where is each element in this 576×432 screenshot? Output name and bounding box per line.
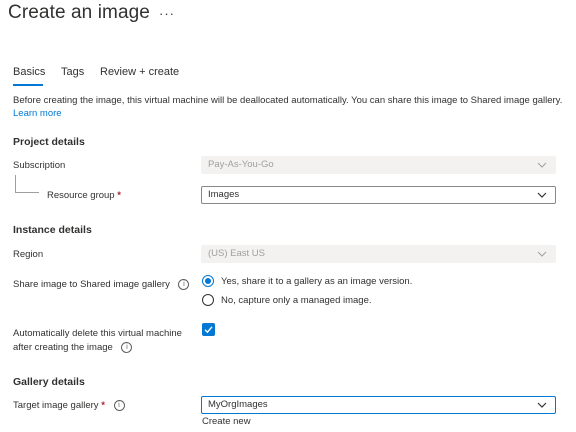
learn-more-link[interactable]: Learn more (13, 108, 62, 119)
subscription-value: Pay-As-You-Go (208, 159, 274, 170)
target-gallery-label: Target image gallery * i (13, 400, 125, 411)
tree-connector (15, 175, 16, 192)
resource-group-label: Resource group * (47, 190, 121, 201)
project-details-heading: Project details (13, 136, 85, 148)
required-asterisk: * (101, 400, 105, 412)
info-icon[interactable]: i (113, 400, 125, 411)
tree-connector-horizontal (15, 192, 39, 193)
more-options-icon[interactable]: ··· (159, 6, 175, 21)
auto-delete-checkbox[interactable] (202, 323, 215, 336)
region-value: (US) East US (208, 248, 266, 259)
required-asterisk: * (117, 190, 121, 201)
resource-group-dropdown[interactable]: Images (201, 186, 556, 204)
region-dropdown: (US) East US (201, 245, 556, 263)
share-gallery-label: Share image to Shared image gallery i (13, 279, 190, 290)
instance-details-heading: Instance details (13, 224, 92, 236)
info-icon[interactable]: i (121, 342, 133, 353)
auto-delete-label-line1: Automatically delete this virtual machin… (13, 328, 182, 339)
target-gallery-value: MyOrgImages (208, 399, 268, 410)
radio-no-label[interactable]: No, capture only a managed image. (221, 295, 372, 306)
active-tab-indicator (13, 84, 43, 86)
region-label: Region (13, 249, 44, 260)
subscription-label: Subscription (13, 160, 66, 171)
chevron-down-icon (537, 251, 547, 257)
radio-no-share[interactable] (202, 294, 214, 306)
chevron-down-icon (537, 162, 547, 168)
chevron-down-icon (537, 402, 547, 408)
gallery-details-heading: Gallery details (13, 376, 85, 388)
info-icon[interactable]: i (178, 279, 190, 290)
create-new-link[interactable]: Create new (202, 416, 251, 427)
radio-yes-label[interactable]: Yes, share it to a gallery as an image v… (221, 276, 412, 287)
description-text: Before creating the image, this virtual … (13, 95, 563, 106)
resource-group-value: Images (208, 189, 240, 200)
tab-review-create[interactable]: Review + create (100, 66, 179, 78)
tab-basics[interactable]: Basics (13, 66, 45, 78)
tab-tags[interactable]: Tags (61, 66, 84, 78)
auto-delete-label-line2: after creating the image i (13, 342, 133, 353)
page-title: Create an image (8, 2, 150, 23)
radio-yes-share[interactable] (202, 275, 214, 287)
subscription-dropdown: Pay-As-You-Go (201, 156, 556, 174)
description: Before creating the image, this virtual … (13, 94, 563, 120)
target-gallery-dropdown[interactable]: MyOrgImages (201, 396, 556, 414)
chevron-down-icon (537, 192, 547, 198)
checkmark-icon (204, 326, 213, 334)
